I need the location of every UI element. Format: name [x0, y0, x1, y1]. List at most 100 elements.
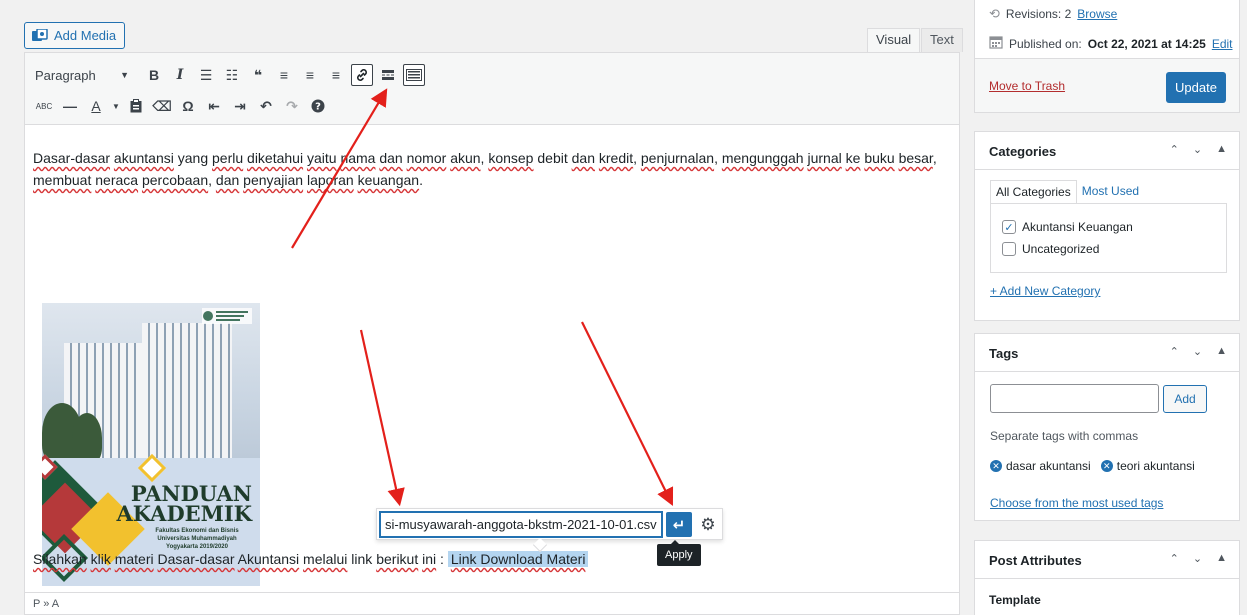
- paragraph-download: Silahkan klik materi Dasar-dasar Akuntan…: [33, 548, 943, 570]
- spellcheck-word: klik: [90, 551, 111, 567]
- tab-visual[interactable]: Visual: [867, 28, 921, 52]
- numbered-list-icon[interactable]: ☷: [221, 64, 243, 86]
- published-label: Published on:: [1009, 36, 1082, 51]
- list-item[interactable]: Uncategorized: [1002, 242, 1099, 256]
- paste-text-icon[interactable]: [125, 95, 147, 117]
- add-tag-button[interactable]: Add: [1163, 385, 1207, 413]
- spellcheck-word: akun: [450, 150, 481, 166]
- chevron-down-icon[interactable]: ▼: [111, 95, 121, 117]
- align-center-icon[interactable]: ≡: [299, 64, 321, 86]
- text-run: ,: [714, 150, 722, 166]
- checkbox-unchecked[interactable]: [1002, 242, 1016, 256]
- toolbar-toggle-icon[interactable]: [403, 64, 425, 86]
- tag-label: teori akuntansi: [1116, 459, 1195, 473]
- spellcheck-word: neraca: [95, 172, 139, 188]
- spellcheck-word: penjurnalan: [640, 150, 715, 166]
- toolbar-row-1: Paragraph ▼ B I ☰ ☷ ❝ ≡ ≡ ≡: [31, 62, 427, 88]
- tags-header[interactable]: Tags ⌃ ⌄ ▲: [975, 334, 1239, 372]
- increase-indent-icon[interactable]: ⇥: [229, 95, 251, 117]
- enter-icon: ↵: [672, 516, 686, 534]
- spellcheck-word: Dasar-dasar: [33, 150, 111, 166]
- browse-revisions-link[interactable]: Browse: [1077, 7, 1117, 21]
- strikethrough-icon[interactable]: ABC: [33, 95, 55, 117]
- list-item[interactable]: ✓ Akuntansi Keuangan: [1002, 220, 1133, 234]
- insert-link-icon[interactable]: [351, 64, 373, 86]
- tag-input[interactable]: [990, 384, 1159, 413]
- tag-chip: ✕ dasar akuntansi: [990, 459, 1091, 473]
- spellcheck-word: perlu: [212, 150, 244, 166]
- spellcheck-word: dan: [379, 150, 403, 166]
- spellcheck-word: percobaan: [141, 172, 209, 188]
- apply-tooltip: Apply: [657, 540, 701, 566]
- spellcheck-word: Akuntansi: [237, 551, 300, 567]
- update-button[interactable]: Update: [1166, 72, 1226, 103]
- horizontal-line-icon[interactable]: —: [59, 95, 81, 117]
- link-options-button[interactable]: ⚙: [696, 512, 720, 537]
- collapse-icon[interactable]: ▲: [1216, 345, 1227, 358]
- text-run: ,: [208, 172, 216, 188]
- move-down-icon[interactable]: ⌄: [1193, 143, 1202, 156]
- redo-icon[interactable]: ↷: [281, 95, 303, 117]
- italic-icon[interactable]: I: [169, 64, 191, 86]
- spellcheck-word: Dasar-dasar: [157, 551, 235, 567]
- link-url-input[interactable]: [380, 512, 662, 537]
- media-row: Add Media Visual Text: [24, 22, 963, 52]
- spellcheck-word: besar: [898, 150, 933, 166]
- book-cover-image[interactable]: PANDUAN AKADEMIK Fakultas Ekonomi dan Bi…: [42, 303, 260, 586]
- move-up-icon[interactable]: ⌃: [1170, 143, 1179, 156]
- decrease-indent-icon[interactable]: ⇤: [203, 95, 225, 117]
- spellcheck-word: melalui: [303, 551, 348, 567]
- spellcheck-word: buku: [864, 150, 895, 166]
- categories-header[interactable]: Categories ⌃ ⌄ ▲: [975, 132, 1239, 170]
- align-right-icon[interactable]: ≡: [325, 64, 347, 86]
- spellcheck-word: konsep: [488, 150, 534, 166]
- blockquote-icon[interactable]: ❝: [247, 64, 269, 86]
- box-controls: ⌃ ⌄ ▲: [1170, 143, 1227, 156]
- tags-box: Tags ⌃ ⌄ ▲ Add Separate tags with commas…: [974, 333, 1240, 521]
- format-select[interactable]: Paragraph ▼: [31, 63, 135, 87]
- spellcheck-word: Silahkan: [33, 551, 87, 567]
- remove-tag-icon[interactable]: ✕: [990, 460, 1002, 472]
- text-run: ,: [932, 150, 937, 166]
- tab-text[interactable]: Text: [921, 28, 963, 52]
- spellcheck-word: yaitu: [306, 150, 337, 166]
- selected-link-text[interactable]: Link Download Materi: [447, 551, 589, 567]
- collapse-icon[interactable]: ▲: [1216, 143, 1227, 156]
- add-media-button[interactable]: Add Media: [24, 22, 126, 49]
- category-label: Uncategorized: [1022, 242, 1100, 256]
- clear-formatting-icon[interactable]: ⌫: [151, 95, 173, 117]
- read-more-icon[interactable]: [377, 64, 399, 86]
- move-down-icon[interactable]: ⌄: [1193, 552, 1202, 565]
- text-color-icon[interactable]: A: [85, 95, 107, 117]
- tab-most-used[interactable]: Most Used: [1077, 180, 1144, 204]
- move-down-icon[interactable]: ⌄: [1193, 345, 1202, 358]
- collapse-icon[interactable]: ▲: [1216, 552, 1227, 565]
- checkbox-checked[interactable]: ✓: [1002, 220, 1016, 234]
- apply-link-button[interactable]: ↵: [666, 512, 692, 537]
- special-character-icon[interactable]: Ω: [177, 95, 199, 117]
- revisions-row: ⟲ Revisions: 2 Browse: [989, 6, 1117, 22]
- add-new-category-link[interactable]: + Add New Category: [990, 284, 1100, 298]
- choose-most-used-tags-link[interactable]: Choose from the most used tags: [990, 496, 1163, 510]
- remove-tag-icon[interactable]: ✕: [1100, 460, 1113, 472]
- chevron-down-icon: ▼: [120, 70, 129, 80]
- media-icon: [32, 27, 48, 43]
- move-to-trash-link[interactable]: Move to Trash: [989, 79, 1065, 93]
- undo-icon[interactable]: ↶: [255, 95, 277, 117]
- spellcheck-word: keuangan: [357, 172, 420, 188]
- add-media-label: Add Media: [54, 28, 117, 43]
- help-icon[interactable]: ?: [307, 95, 329, 117]
- edit-date-link[interactable]: Edit: [1212, 37, 1233, 51]
- tag-chip: ✕ teori akuntansi: [1100, 459, 1195, 473]
- move-up-icon[interactable]: ⌃: [1170, 552, 1179, 565]
- bold-icon[interactable]: B: [143, 64, 165, 86]
- spellcheck-word: akuntansi: [113, 150, 174, 166]
- tab-all-categories[interactable]: All Categories: [990, 180, 1077, 204]
- move-up-icon[interactable]: ⌃: [1170, 345, 1179, 358]
- format-select-value: Paragraph: [35, 67, 96, 83]
- post-attributes-header[interactable]: Post Attributes ⌃ ⌄ ▲: [975, 541, 1239, 579]
- bullet-list-icon[interactable]: ☰: [195, 64, 217, 86]
- category-tabs: All Categories Most Used: [990, 180, 1144, 204]
- published-date: Oct 22, 2021 at 14:25: [1087, 36, 1206, 51]
- align-left-icon[interactable]: ≡: [273, 64, 295, 86]
